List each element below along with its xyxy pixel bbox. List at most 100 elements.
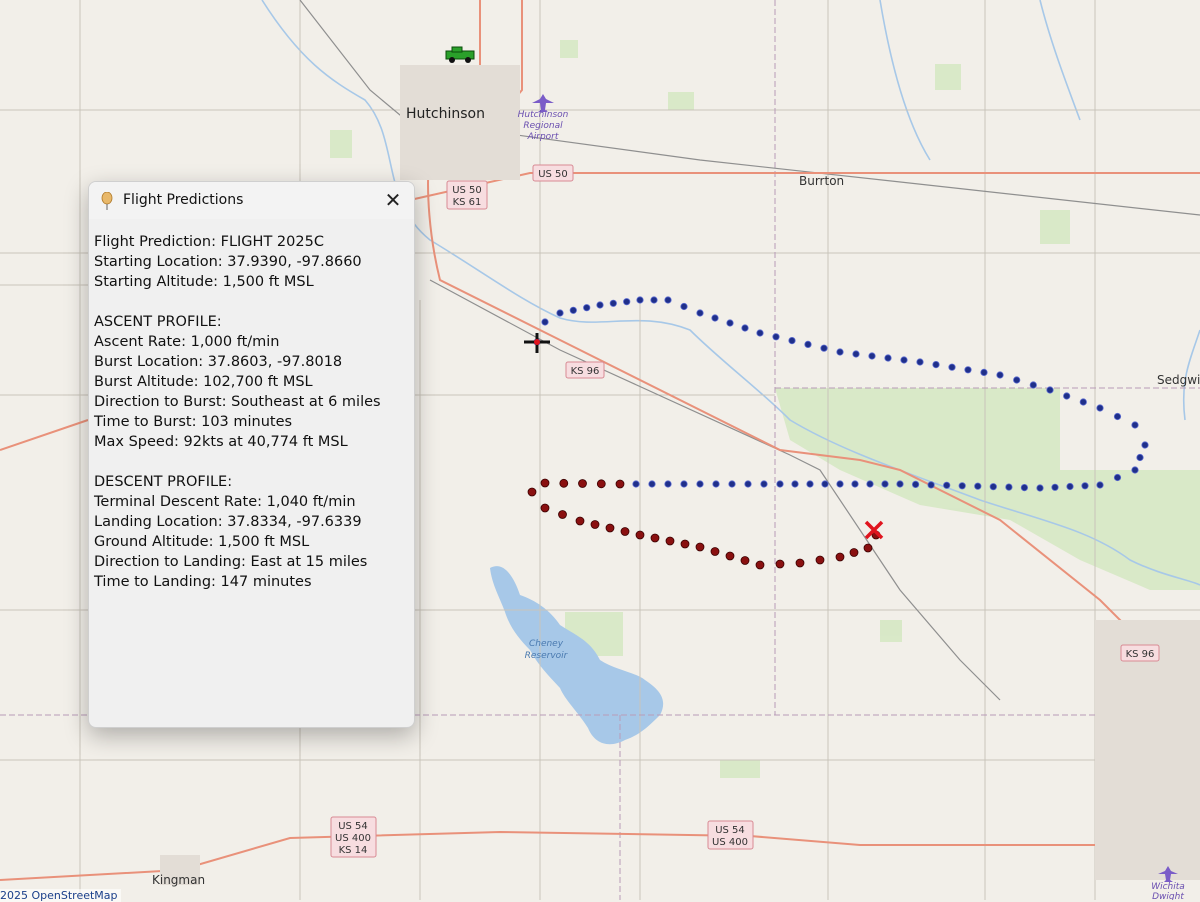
ascent-marker[interactable] — [788, 336, 796, 345]
descent-marker[interactable] — [578, 479, 587, 488]
descent-marker[interactable] — [710, 547, 720, 556]
ascent-marker[interactable] — [836, 480, 844, 488]
close-icon[interactable]: ✕ — [380, 188, 406, 212]
ascent-marker[interactable] — [1051, 483, 1059, 491]
ascent-marker[interactable] — [696, 480, 704, 488]
ascent-marker[interactable] — [569, 306, 577, 314]
descent-marker[interactable] — [740, 556, 750, 565]
ascent-marker[interactable] — [964, 366, 972, 374]
ascent-marker[interactable] — [636, 296, 644, 304]
descent-marker[interactable] — [590, 520, 600, 529]
ascent-marker[interactable] — [1096, 404, 1104, 412]
descent-marker[interactable] — [540, 503, 550, 513]
descent-marker[interactable] — [615, 479, 625, 489]
descent-marker[interactable] — [540, 478, 550, 488]
ascent-marker[interactable] — [996, 371, 1004, 379]
ascent-marker[interactable] — [948, 363, 956, 371]
ascent-marker[interactable] — [868, 352, 876, 360]
descent-marker[interactable] — [527, 487, 537, 497]
ascent-marker[interactable] — [1046, 386, 1054, 394]
ascent-marker[interactable] — [680, 480, 688, 488]
ascent-marker[interactable] — [1136, 453, 1144, 462]
ascent-marker[interactable] — [884, 354, 892, 362]
ascent-marker[interactable] — [760, 480, 768, 488]
ascent-marker[interactable] — [696, 309, 704, 317]
ascent-marker[interactable] — [791, 480, 799, 488]
ascent-marker[interactable] — [1005, 483, 1013, 491]
ascent-marker[interactable] — [632, 480, 640, 488]
descent-marker[interactable] — [795, 558, 805, 568]
ascent-marker[interactable] — [958, 482, 966, 490]
ascent-marker[interactable] — [728, 480, 736, 488]
ascent-marker[interactable] — [881, 480, 889, 488]
ascent-marker[interactable] — [821, 480, 829, 488]
descent-marker[interactable] — [665, 536, 675, 546]
ascent-marker[interactable] — [1141, 441, 1149, 449]
ascent-marker[interactable] — [596, 301, 604, 309]
ascent-marker[interactable] — [541, 318, 549, 326]
map-attribution[interactable]: 2025 OpenStreetMap — [0, 889, 121, 902]
ascent-marker[interactable] — [852, 350, 860, 358]
crosshair-icon[interactable] — [524, 333, 550, 353]
ascent-marker[interactable] — [744, 480, 752, 488]
ascent-marker[interactable] — [609, 299, 617, 307]
ascent-marker[interactable] — [896, 480, 904, 488]
descent-marker[interactable] — [849, 548, 859, 557]
ascent-marker[interactable] — [1113, 412, 1122, 421]
descent-marker[interactable] — [605, 523, 615, 533]
descent-marker[interactable] — [559, 478, 569, 488]
ascent-marker[interactable] — [804, 340, 812, 348]
ascent-marker[interactable] — [916, 358, 924, 366]
ascent-marker[interactable] — [680, 302, 688, 311]
ascent-marker[interactable] — [1029, 381, 1037, 389]
ascent-marker[interactable] — [989, 483, 997, 491]
ascent-marker[interactable] — [927, 481, 935, 489]
ascent-marker[interactable] — [866, 480, 874, 488]
ascent-marker[interactable] — [980, 368, 988, 376]
ascent-marker[interactable] — [1081, 482, 1089, 490]
ascent-marker[interactable] — [1063, 392, 1071, 400]
ascent-marker[interactable] — [556, 309, 564, 317]
ascent-marker[interactable] — [623, 298, 631, 306]
ascent-marker[interactable] — [776, 480, 784, 488]
ascent-marker[interactable] — [851, 480, 859, 488]
ascent-marker[interactable] — [943, 481, 951, 489]
ascent-marker[interactable] — [1096, 481, 1104, 489]
ascent-marker[interactable] — [1066, 482, 1074, 491]
ascent-marker[interactable] — [900, 356, 908, 364]
ascent-marker[interactable] — [1131, 421, 1139, 429]
ascent-marker[interactable] — [1020, 483, 1029, 492]
jeep-icon[interactable] — [445, 46, 475, 63]
panel-header[interactable]: Flight Predictions ✕ — [89, 182, 414, 219]
ascent-marker[interactable] — [1036, 484, 1044, 492]
ascent-marker[interactable] — [756, 329, 764, 337]
ascent-marker[interactable] — [741, 324, 749, 332]
ascent-marker[interactable] — [712, 480, 720, 488]
ascent-marker[interactable] — [911, 480, 920, 488]
ascent-marker[interactable] — [836, 348, 844, 356]
ascent-marker[interactable] — [650, 296, 658, 304]
descent-marker[interactable] — [755, 560, 765, 570]
ascent-marker[interactable] — [772, 333, 780, 341]
descent-marker[interactable] — [835, 552, 845, 562]
descent-marker[interactable] — [863, 543, 873, 553]
descent-marker[interactable] — [635, 530, 645, 540]
ascent-marker[interactable] — [648, 480, 656, 488]
ascent-marker[interactable] — [583, 304, 591, 312]
descent-marker[interactable] — [680, 539, 690, 549]
ascent-marker[interactable] — [806, 480, 814, 488]
ascent-marker[interactable] — [1079, 398, 1087, 406]
ascent-marker[interactable] — [664, 480, 672, 488]
descent-marker[interactable] — [775, 559, 785, 569]
ascent-marker[interactable] — [726, 319, 734, 327]
ascent-marker[interactable] — [711, 314, 719, 322]
descent-marker[interactable] — [575, 516, 585, 526]
descent-marker[interactable] — [725, 551, 735, 561]
ascent-marker[interactable] — [664, 296, 672, 304]
ascent-marker[interactable] — [1131, 466, 1139, 474]
descent-marker[interactable] — [650, 533, 660, 543]
descent-marker[interactable] — [558, 510, 567, 519]
ascent-marker[interactable] — [974, 482, 982, 490]
descent-marker[interactable] — [815, 555, 825, 565]
ascent-marker[interactable] — [1013, 376, 1021, 384]
